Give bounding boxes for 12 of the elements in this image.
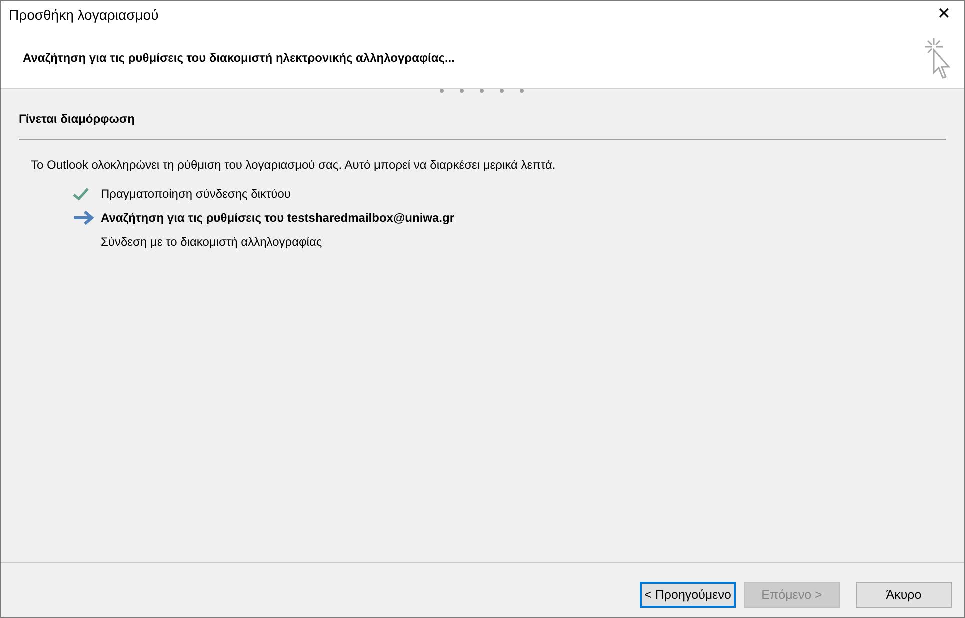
step-label: Πραγματοποίηση σύνδεσης δικτύου [101, 186, 291, 203]
step-label: Αναζήτηση για τις ρυθμίσεις του testsharedmailbox@uniwa.gr [101, 210, 455, 227]
wizard-button[interactable]: < Προηγούμενο [640, 582, 736, 608]
window-title: Προσθήκη λογαριασμού [9, 6, 159, 25]
progress-dots-icon [438, 88, 526, 96]
wizard-button[interactable]: Άκυρο [856, 582, 952, 608]
step-label: Σύνδεση με το διακομιστή αλληλογραφίας [101, 234, 322, 251]
intro-text: Το Outlook ολοκληρώνει τη ρύθμιση του λογαριασμού σας. Αυτό μπορεί να διαρκέσει μερικά λεπτά. [31, 157, 557, 174]
cursor-sparkle-icon [922, 36, 952, 82]
header-title: Αναζήτηση για τις ρυθμίσεις του διακομιστή ηλεκτρονικής αλληλογραφίας... [23, 51, 455, 66]
section-title: Γίνεται διαμόρφωση [19, 111, 136, 128]
close-button[interactable]: ✕ [924, 1, 964, 29]
